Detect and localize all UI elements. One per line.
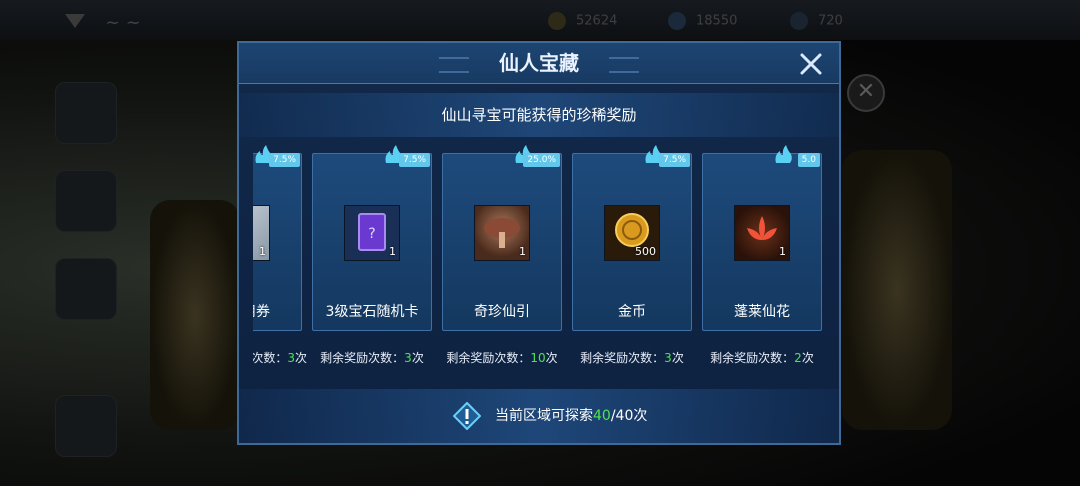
side-button-1 [55,82,117,144]
drop-rate-badge: 7.5% [269,153,300,167]
drop-rate-badge: 25.0% [523,153,560,167]
side-button-2 [55,170,117,232]
mushroom-icon: 1 [474,205,530,261]
reward-card[interactable]: 5.0 1 蓬莱仙花 剩余奖励次数：2次 [702,143,822,383]
side-button-4 [55,395,117,457]
top-bar: ~ ~ 52624 18550 720 [0,0,1080,40]
item-name: 奇珍仙引 [474,304,530,320]
close-button[interactable] [796,49,826,79]
ticket-icon: 1 [253,205,270,261]
reward-card[interactable]: 7.5% 500 金币 剩余奖励次数：3次 [572,143,692,383]
resource-gem: 18550 [668,12,737,30]
resource-energy: 720 [790,12,843,30]
remaining-count: 剩余奖励次数：3次 [320,351,424,365]
explore-count-text: 当前区域可探索40/40次 [495,408,648,424]
drop-rate-badge: 7.5% [399,153,430,167]
reward-card[interactable]: 7.5% ? 1 3级宝石随机卡 剩余奖励次数：3次 [312,143,432,383]
item-quantity: 1 [519,245,526,258]
item-quantity: 1 [779,245,786,258]
item-quantity: 1 [389,245,396,258]
item-name: 金币 [618,304,646,320]
gold-coin-icon: 500 [604,205,660,261]
reward-card[interactable]: 7.5% 1 阁抵用券 次数：3次 [253,143,307,383]
background-close-icon: ✕ [847,74,885,112]
flame-icon [775,145,792,163]
item-name: 蓬莱仙花 [734,304,790,320]
subtitle-bar: 仙山寻宝可能获得的珍稀奖励 [239,93,839,137]
remaining-count: 剩余奖励次数：3次 [580,351,684,365]
dialog-header: 仙人宝藏 [239,43,839,84]
svg-text:~ ~: ~ ~ [105,12,141,33]
item-name: 3级宝石随机卡 [325,304,419,320]
background-scroll [150,200,240,430]
background-scroll [842,150,952,430]
rewards-list[interactable]: 7.5% 1 阁抵用券 次数：3次 7.5% ? 1 3级宝石随机卡 剩余奖励次… [253,143,829,383]
remaining-count: 剩余奖励次数：2次 [710,351,814,365]
resource-gold: 52624 [548,12,617,30]
reward-card[interactable]: 25.0% 1 奇珍仙引 剩余奖励次数：10次 [442,143,562,383]
item-name: 阁抵用券 [253,304,270,320]
svg-text:?: ? [368,226,375,242]
exclamation-info-icon [453,402,481,430]
treasure-dialog: 仙人宝藏 仙山寻宝可能获得的珍稀奖励 7.5% 1 阁抵用券 次数：3次 [237,41,841,445]
remaining-count: 剩余奖励次数：10次 [446,351,558,365]
close-icon [800,53,822,75]
item-quantity: 1 [259,245,266,258]
lotus-flower-icon: 1 [734,205,790,261]
side-button-3 [55,258,117,320]
rewards-subtitle: 仙山寻宝可能获得的珍稀奖励 [441,106,637,124]
drop-rate-badge: 5.0 [797,153,820,167]
item-quantity: 500 [635,245,656,258]
drop-rate-badge: 7.5% [659,153,690,167]
gem-card-icon: ? 1 [344,205,400,261]
explore-status-bar: 当前区域可探索40/40次 [239,389,839,443]
game-logo: ~ ~ [60,6,180,36]
dialog-title: 仙人宝藏 [499,51,579,75]
